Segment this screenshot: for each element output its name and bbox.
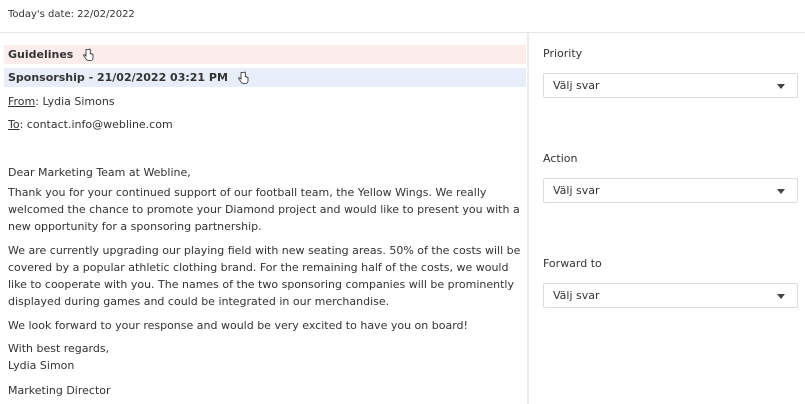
email-subject: Sponsorship - 21/02/2022 03:21 PM xyxy=(8,71,228,84)
email-from: From: Lydia Simons xyxy=(8,95,115,108)
email-closing: With best regards, xyxy=(8,342,110,355)
email-signer-title: Marketing Director xyxy=(8,384,111,397)
todays-date: Today's date: 22/02/2022 xyxy=(8,9,135,20)
action-value: Välj svar xyxy=(553,184,600,197)
email-paragraph-2: We are currently upgrading our playing f… xyxy=(8,244,521,308)
from-value: : Lydia Simons xyxy=(35,95,115,108)
email-signer: Lydia Simon xyxy=(8,359,75,372)
to-value: : contact.info@webline.com xyxy=(19,118,173,131)
to-label: To xyxy=(8,118,20,131)
email-greeting: Dear Marketing Team at Webline, xyxy=(8,166,191,179)
chevron-down-icon xyxy=(777,84,785,89)
forward-to-select[interactable]: Välj svar xyxy=(543,283,798,308)
response-form: Priority Välj svar Action Välj svar Forw… xyxy=(543,0,799,404)
from-label: From xyxy=(8,95,36,108)
email-subject-row[interactable]: Sponsorship - 21/02/2022 03:21 PM xyxy=(4,68,526,87)
email-to: To: contact.info@webline.com xyxy=(8,118,173,131)
hand-pointer-icon xyxy=(81,48,95,62)
email-signoff: With best regards, Lydia Simon xyxy=(8,340,523,374)
chevron-down-icon xyxy=(777,189,785,194)
forward-to-value: Välj svar xyxy=(553,289,600,302)
priority-label: Priority xyxy=(543,47,583,60)
email-paragraph-3: We look forward to your response and wou… xyxy=(8,319,468,332)
action-label: Action xyxy=(543,152,578,165)
guidelines-toggle[interactable]: Guidelines xyxy=(4,45,526,64)
priority-select[interactable]: Välj svar xyxy=(543,73,798,98)
chevron-down-icon xyxy=(777,294,785,299)
action-select[interactable]: Välj svar xyxy=(543,178,798,203)
forward-to-label: Forward to xyxy=(543,257,602,270)
column-divider xyxy=(527,33,529,404)
hand-pointer-icon xyxy=(236,71,250,85)
priority-value: Välj svar xyxy=(553,79,600,92)
email-paragraph-1: Thank you for your continued support of … xyxy=(8,186,520,233)
guidelines-label: Guidelines xyxy=(8,48,74,61)
